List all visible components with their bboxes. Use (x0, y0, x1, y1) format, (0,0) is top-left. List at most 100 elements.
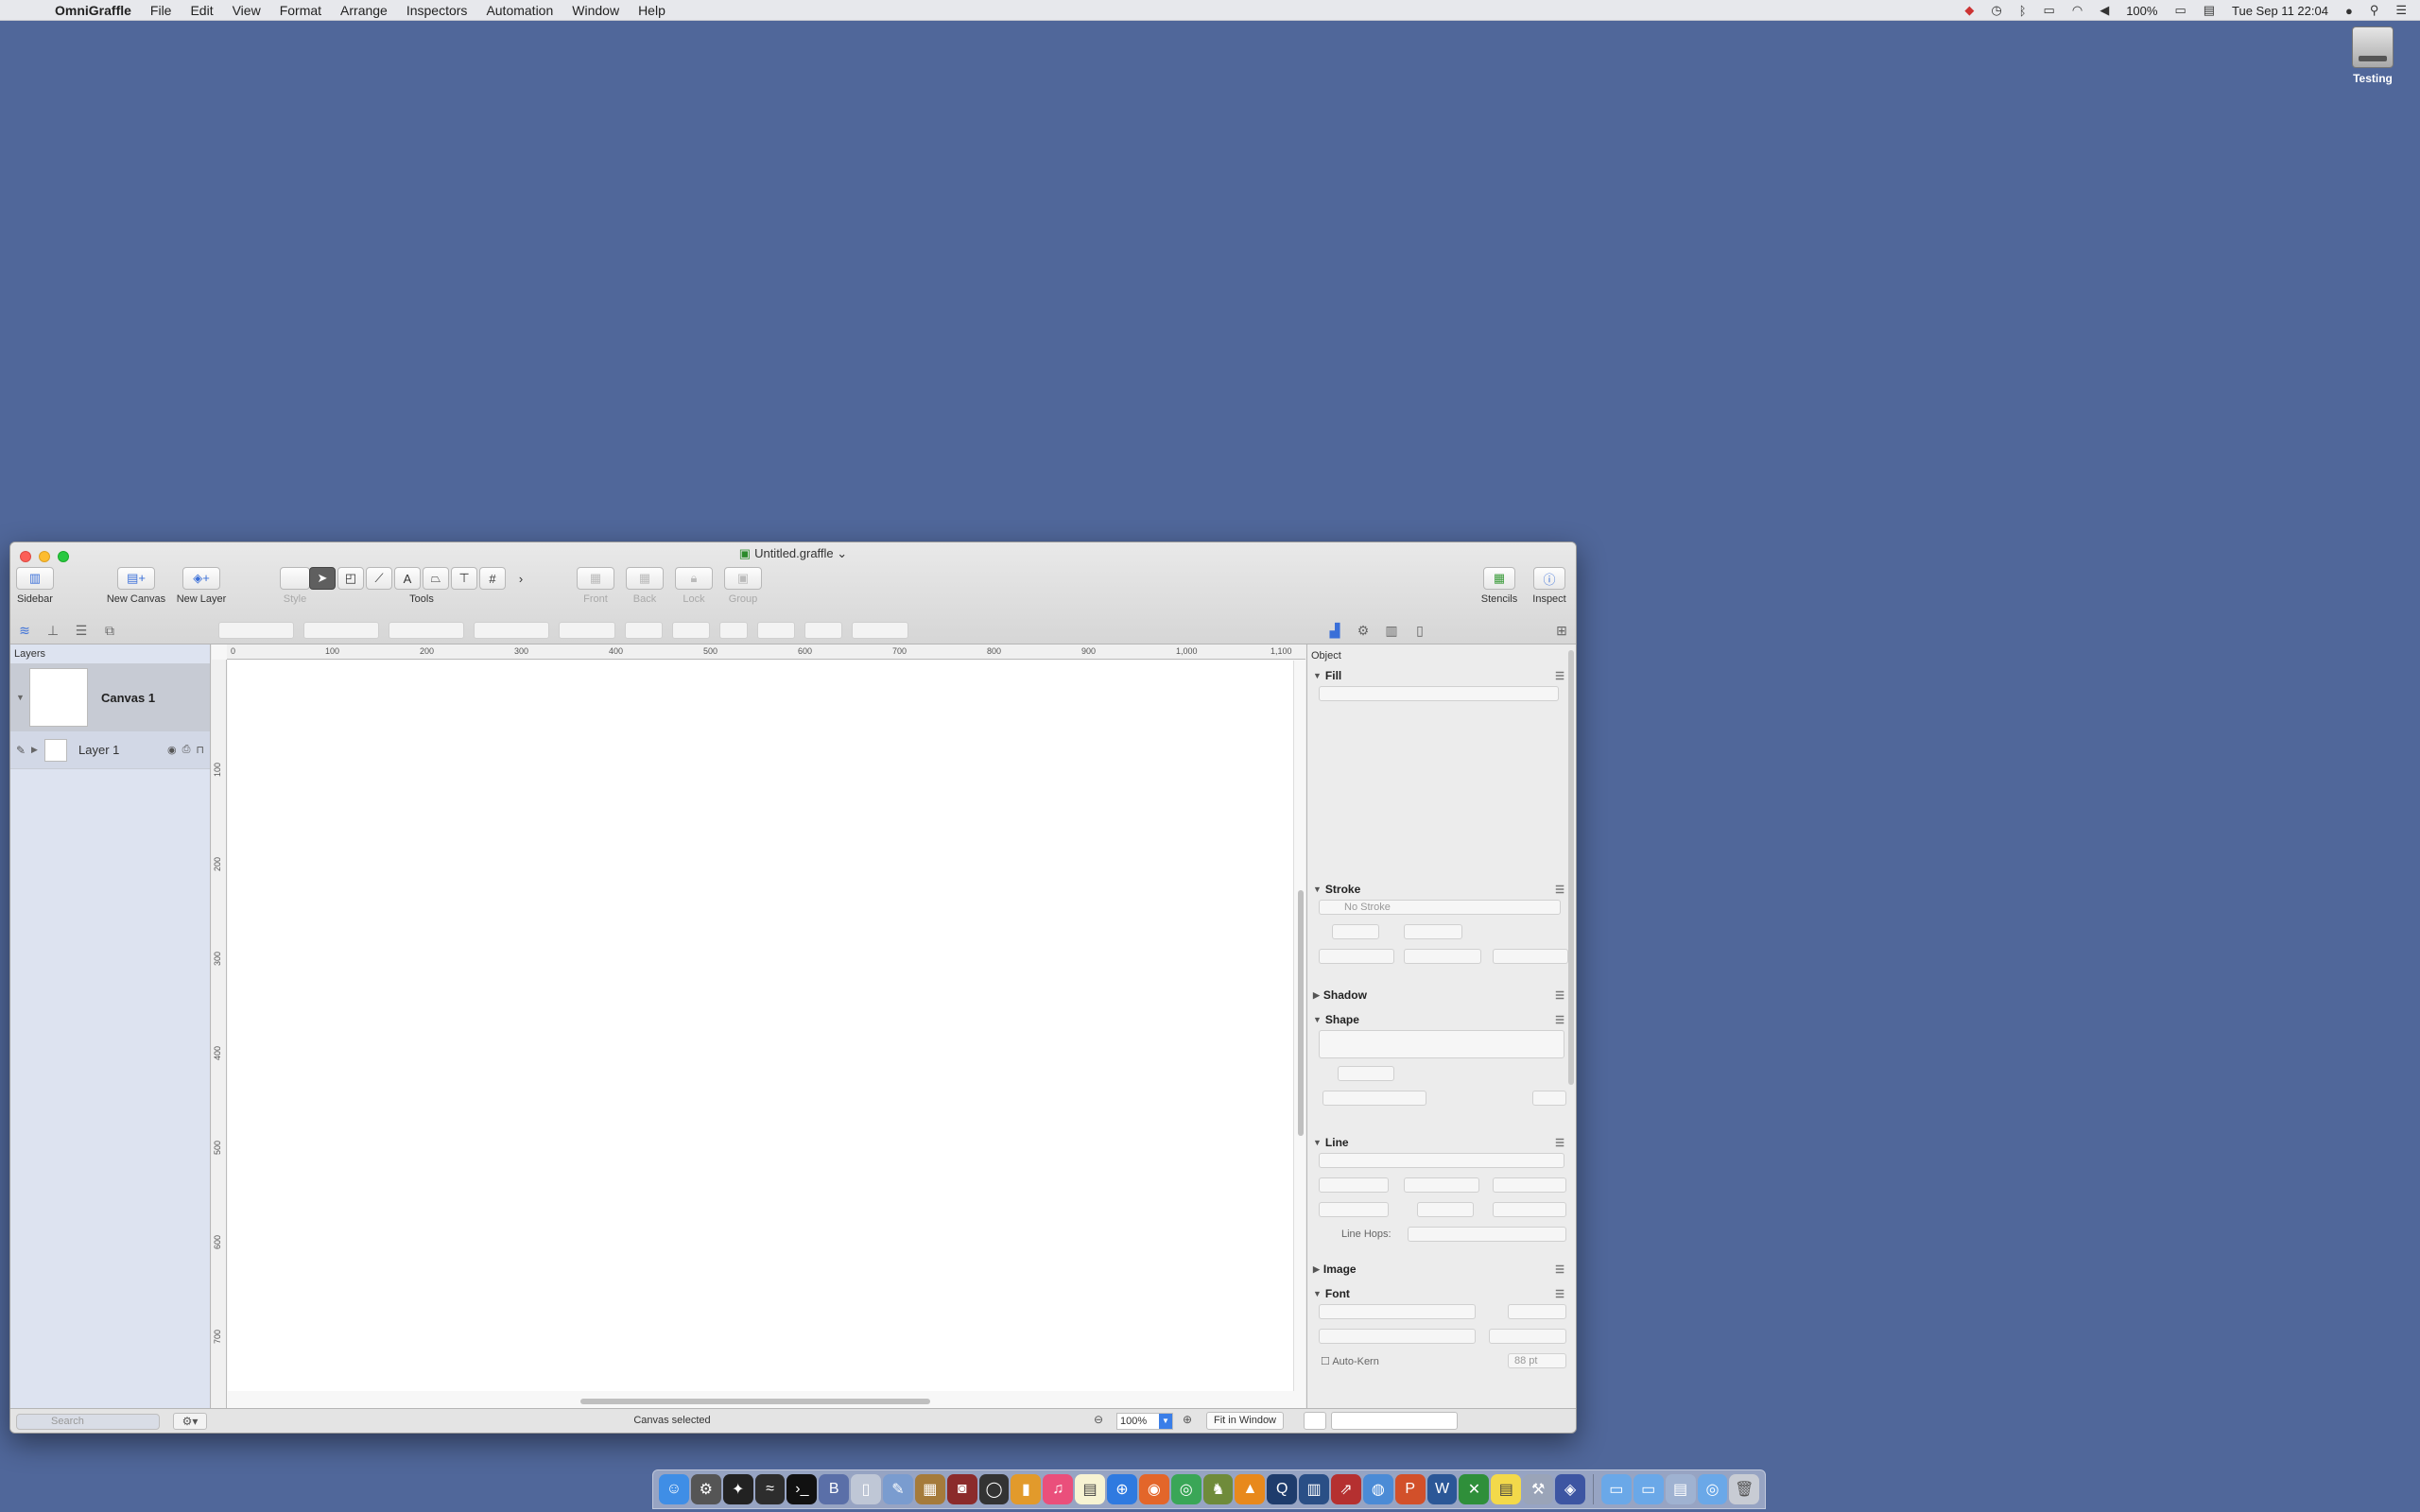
stroke-color-well[interactable] (1404, 924, 1462, 939)
keynote-icon[interactable]: ▥ (1299, 1474, 1330, 1504)
height-field[interactable] (474, 622, 549, 639)
font-family-select[interactable] (1319, 1304, 1476, 1319)
section-menu-icon[interactable]: ☰ (1555, 884, 1564, 896)
width-field[interactable] (389, 622, 464, 639)
font-header[interactable]: ▼ Font ☰ (1313, 1287, 1564, 1300)
line-header[interactable]: ▼ Line ☰ (1313, 1136, 1564, 1149)
stickies-icon[interactable]: ▤ (1491, 1474, 1522, 1504)
quicktime-icon[interactable]: Q (1267, 1474, 1298, 1504)
section-menu-icon[interactable]: ☰ (1555, 1137, 1564, 1149)
status-field[interactable] (1331, 1412, 1458, 1430)
applications-folder-icon[interactable]: ▭ (1600, 1474, 1632, 1504)
send-back-button[interactable]: ▦ Back (623, 567, 666, 605)
notification-center-icon[interactable]: ☰ (2395, 3, 2407, 18)
volume-icon[interactable]: ◀ (2100, 3, 2109, 18)
properties-inspector-icon[interactable]: ⚙ (1349, 623, 1377, 639)
chevron-down-icon[interactable]: ▼ (1159, 1414, 1172, 1429)
menu-help[interactable]: Help (638, 3, 666, 18)
menu-automation[interactable]: Automation (486, 3, 553, 18)
auto-kern-checkbox[interactable]: ☐ Auto-Kern (1321, 1355, 1379, 1367)
vlc-icon[interactable]: ▲ (1235, 1474, 1266, 1504)
canvases-tab-icon[interactable]: ⊥ (39, 623, 67, 639)
desktop-drive[interactable]: Testing (2335, 26, 2411, 85)
documents-folder-icon[interactable]: ▭ (1633, 1474, 1664, 1504)
clock[interactable]: Tue Sep 11 22:04 (2232, 4, 2328, 18)
canvas-editor[interactable]: 0 100 200 300 400 500 600 700 800 900 1,… (212, 644, 1305, 1408)
xcode-icon[interactable]: ⚒ (1523, 1474, 1554, 1504)
app-store-icon[interactable]: ◯ (978, 1474, 1010, 1504)
layer-item[interactable]: ✎ ▶ Layer 1 ◉ ⎙ ⊓ (10, 731, 210, 769)
stroke-corner-control[interactable] (1404, 949, 1481, 964)
fill-type-select[interactable] (1319, 686, 1559, 701)
shape-tool-icon[interactable]: ◰ (337, 567, 364, 590)
disclosure-triangle-icon[interactable]: ▼ (16, 693, 29, 702)
wifi-icon[interactable]: ◠ (2072, 3, 2083, 18)
x-position-field[interactable] (218, 622, 294, 639)
downloads-stack-icon[interactable]: ▤ (1665, 1474, 1696, 1504)
document-title[interactable]: ▣ Untitled.graffle ⌄ (10, 546, 1576, 561)
stroke-style-control[interactable] (804, 622, 842, 639)
system-preferences-icon[interactable]: ⚙ (690, 1474, 721, 1504)
outline-tab-icon[interactable]: ☰ (67, 623, 95, 639)
input-menu-icon[interactable]: ▤ (2204, 3, 2215, 18)
shape-picker[interactable] (1319, 1030, 1564, 1058)
line-hops-select[interactable] (1408, 1227, 1566, 1242)
section-menu-icon[interactable]: ☰ (1555, 670, 1564, 682)
stroke-cap-control[interactable] (1493, 949, 1568, 964)
battery-percent[interactable]: 100% (2126, 4, 2157, 18)
font-color-well[interactable] (1489, 1329, 1566, 1344)
eye-icon[interactable]: ◉ (167, 744, 177, 756)
distribute-control[interactable] (719, 622, 748, 639)
chrome-icon[interactable]: ◎ (1170, 1474, 1201, 1504)
itunes-icon[interactable]: ♫ (1043, 1474, 1074, 1504)
shape-actions[interactable] (1322, 1091, 1426, 1106)
fit-in-window-button[interactable]: Fit in Window (1206, 1412, 1284, 1430)
archive-utility-icon[interactable]: ▦ (914, 1474, 945, 1504)
layers-tab-icon[interactable]: ≋ (10, 623, 39, 639)
omnigraffle-icon[interactable]: ✎ (883, 1474, 913, 1504)
bluetooth-icon[interactable]: ᛒ (2019, 4, 2027, 18)
trash-icon[interactable]: 🗑︎ (1729, 1474, 1760, 1504)
rotation-field[interactable] (559, 622, 615, 639)
font-size-input[interactable] (1508, 1304, 1566, 1319)
pencil-icon[interactable]: ✎ (16, 744, 31, 757)
word-icon[interactable]: W (1426, 1474, 1458, 1504)
finder-icon[interactable]: ☺ (659, 1474, 689, 1504)
inspector-scrollbar[interactable] (1568, 650, 1574, 1085)
launchpad-icon[interactable]: ✦ (722, 1474, 753, 1504)
security-app-icon[interactable]: ◈ (1555, 1474, 1585, 1504)
shape-extra-action[interactable] (1532, 1091, 1566, 1106)
section-menu-icon[interactable]: ☰ (1555, 989, 1564, 1002)
network-app-icon[interactable]: ◍ (1362, 1474, 1393, 1504)
new-canvas-button[interactable]: ▤+ New Canvas (103, 567, 169, 605)
kern-input[interactable]: 88 pt (1508, 1353, 1566, 1368)
activity-monitor-icon[interactable]: ≈ (754, 1474, 786, 1504)
selection-tool-icon[interactable]: ➤ (309, 567, 336, 590)
horizontal-scrollbar[interactable] (580, 1399, 930, 1404)
menu-edit[interactable]: Edit (190, 3, 213, 18)
grid-tool-icon[interactable]: # (479, 567, 506, 590)
zoom-in-icon[interactable]: ⊕ (1183, 1413, 1192, 1426)
screenshots-folder-icon[interactable]: ◎ (1697, 1474, 1728, 1504)
objects-tab-icon[interactable]: ⧉ (95, 623, 124, 639)
menu-app-name[interactable]: OmniGraffle (55, 3, 131, 18)
stroke-pattern-select[interactable] (1319, 949, 1394, 964)
section-menu-icon[interactable]: ☰ (1555, 1263, 1564, 1276)
canvas-inspector-icon[interactable]: ▥ (1377, 623, 1406, 639)
stencils-button[interactable]: ▦ Stencils (1476, 567, 1523, 605)
ibooks-icon[interactable]: ▮ (1011, 1474, 1042, 1504)
user-icon[interactable]: ● (2345, 4, 2353, 18)
line-midpoint-input[interactable] (1493, 1202, 1566, 1217)
line-tail-select[interactable] (1319, 1177, 1389, 1193)
object-inspector-icon[interactable]: ▟ (1321, 623, 1349, 639)
text-tool-icon[interactable]: A (394, 567, 421, 590)
excel-icon[interactable]: ✕ (1459, 1474, 1490, 1504)
line-head-select[interactable] (1493, 1177, 1566, 1193)
menu-view[interactable]: View (233, 3, 261, 18)
safari-icon[interactable]: ⊕ (1107, 1474, 1137, 1504)
powerpoint-icon[interactable]: P (1394, 1474, 1426, 1504)
new-layer-button[interactable]: ◈+ New Layer (173, 567, 230, 605)
preview-icon[interactable]: ▯ (851, 1474, 882, 1504)
photo-booth-icon[interactable]: ◙ (946, 1474, 977, 1504)
sidebar-button[interactable]: ▥ Sidebar (16, 567, 54, 605)
